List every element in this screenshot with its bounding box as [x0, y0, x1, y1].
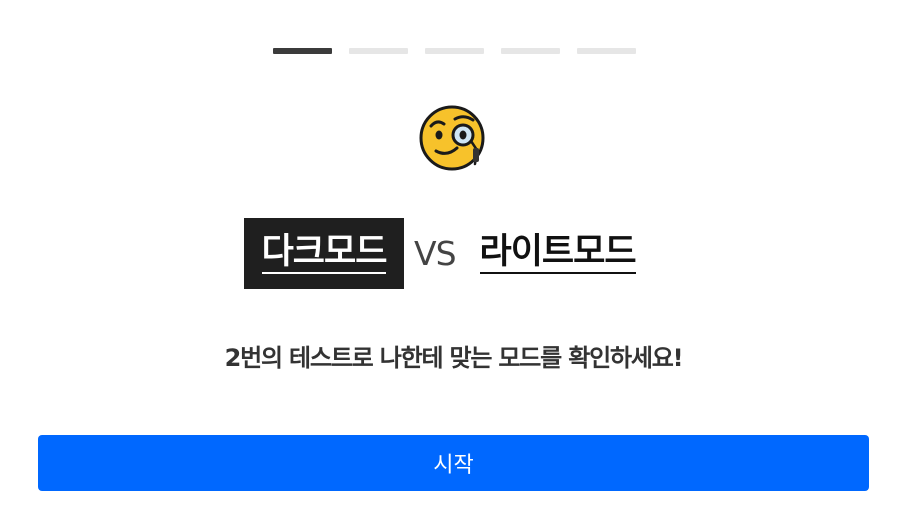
subtitle: 2번의 테스트로 나한테 맞는 모드를 확인하세요! [224, 344, 684, 372]
vs-label: VS [414, 234, 457, 273]
mode-title: 다크모드 VS 라이트모드 [244, 218, 637, 289]
start-button[interactable]: 시작 [38, 435, 869, 491]
progress-step [349, 48, 408, 54]
light-mode-label: 라이트모드 [479, 232, 637, 274]
progress-bar [273, 48, 636, 54]
progress-step [577, 48, 636, 54]
dark-mode-chip: 다크모드 [244, 218, 404, 289]
dark-mode-label: 다크모드 [261, 232, 387, 274]
progress-step [273, 48, 332, 54]
progress-step [425, 48, 484, 54]
face-with-monocle-icon [419, 104, 489, 172]
progress-step [501, 48, 560, 54]
